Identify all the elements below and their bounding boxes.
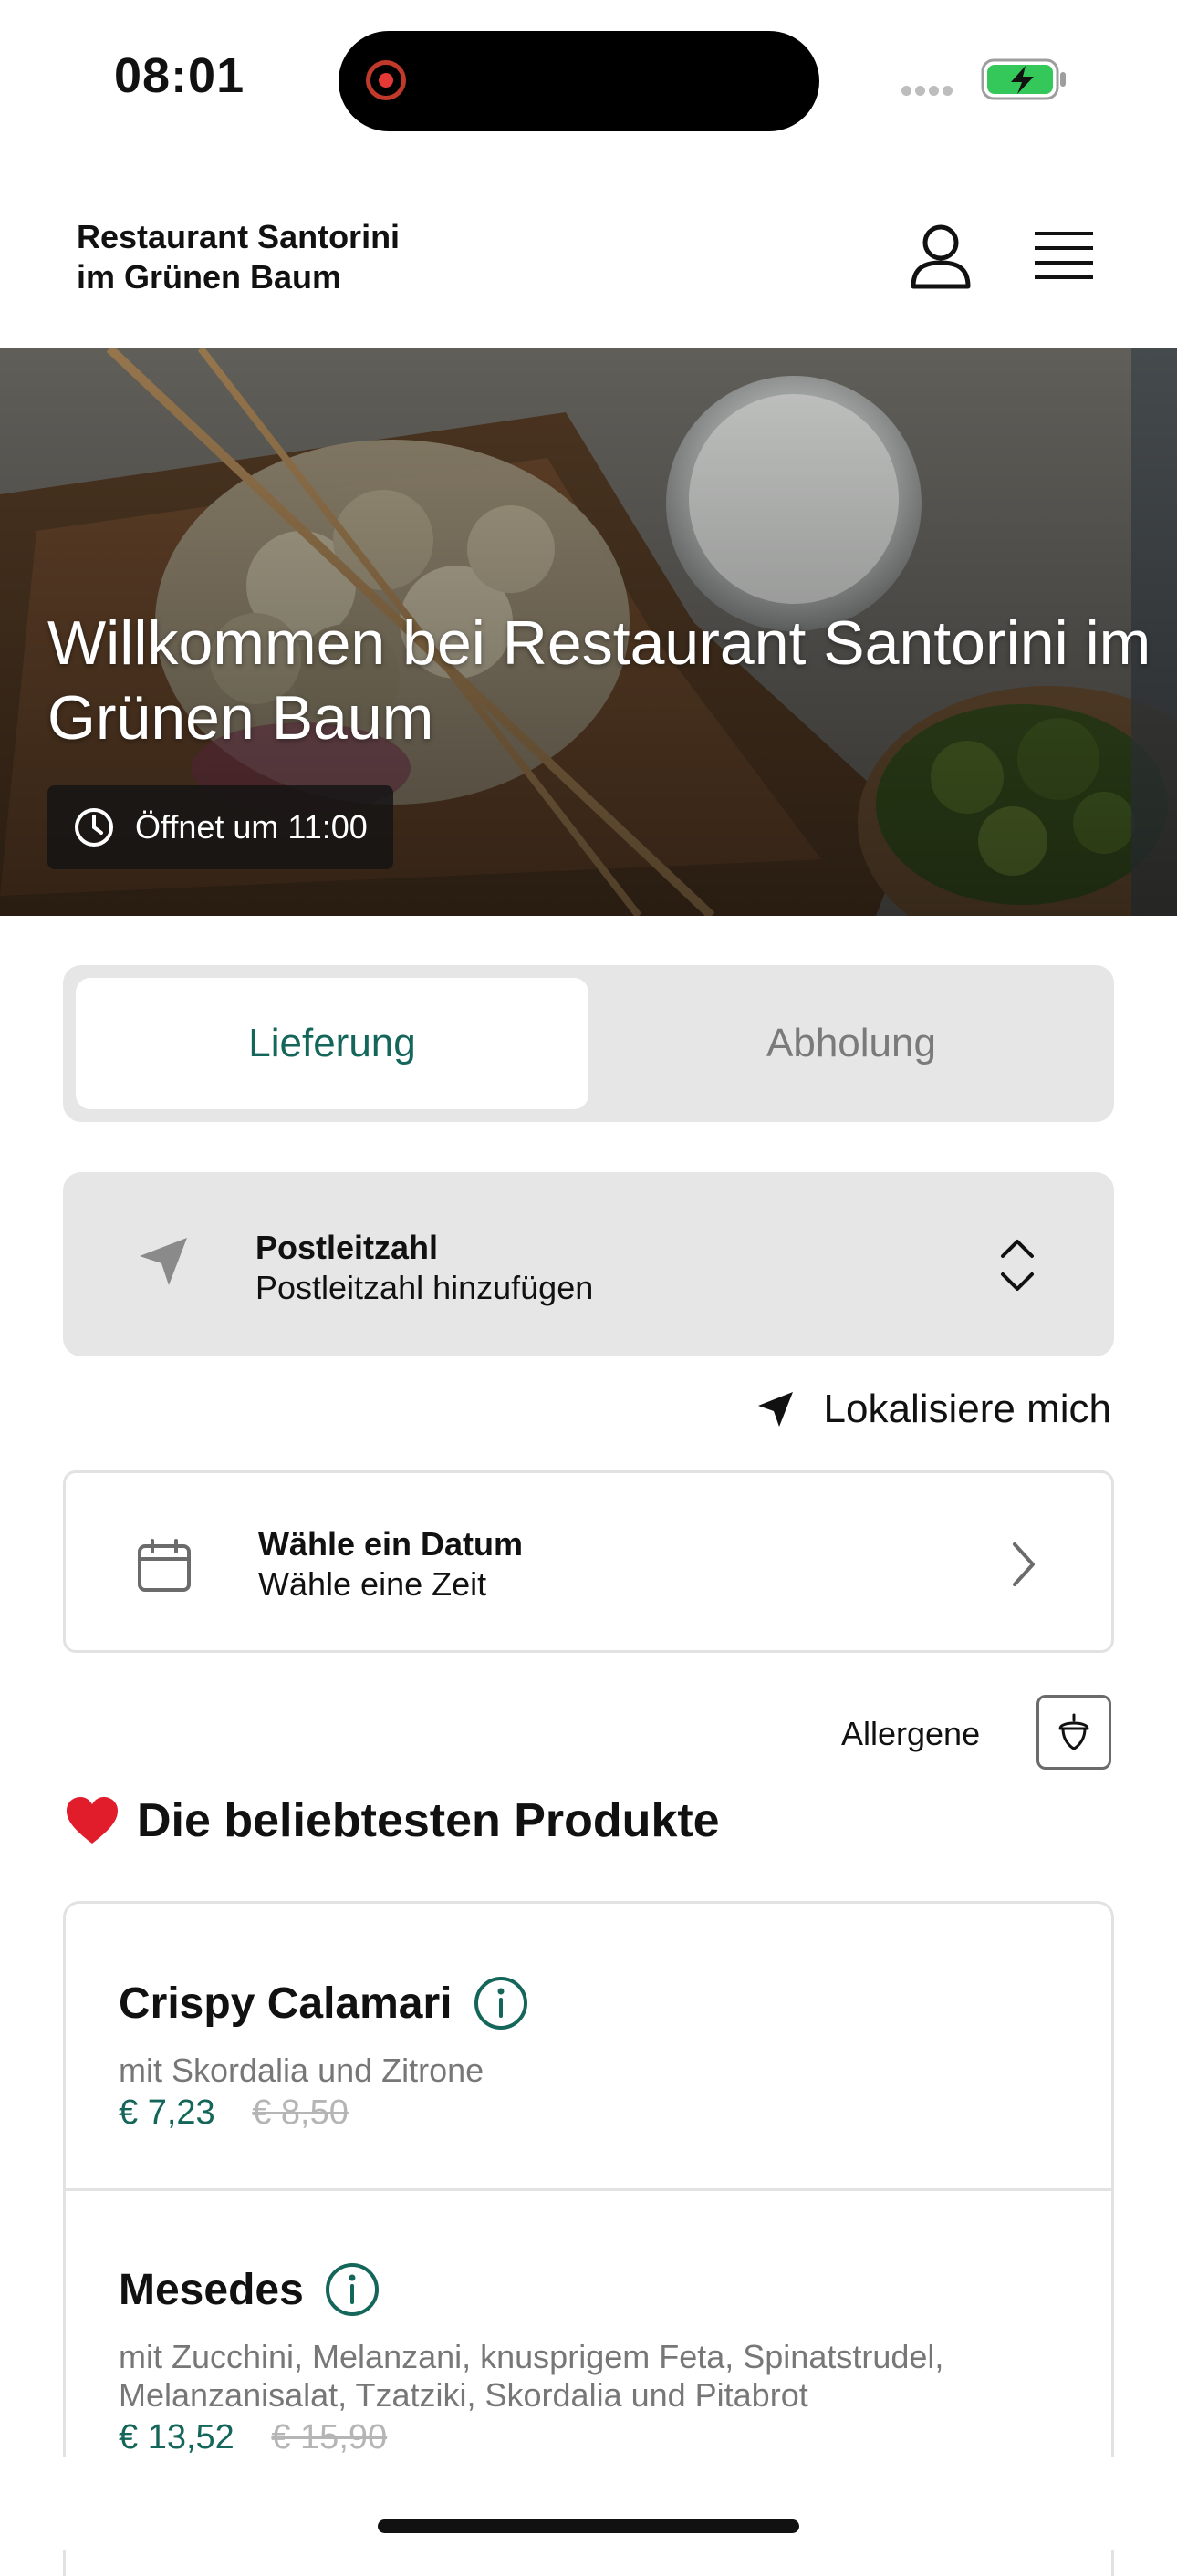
product-old-price: € 15,90 [271, 2418, 388, 2457]
order-mode-toggle: Lieferung Abholung [63, 965, 1114, 1122]
account-button[interactable] [909, 223, 973, 292]
battery-icon [981, 58, 1068, 105]
product-description: mit Zucchini, Melanzani, knusprigem Feta… [119, 2338, 944, 2414]
tab-pickup[interactable]: Abholung [601, 978, 1101, 1109]
user-icon [911, 224, 971, 289]
info-icon[interactable] [473, 1975, 529, 2031]
menu-button[interactable] [1033, 228, 1095, 283]
product-old-price: € 8,50 [252, 2093, 349, 2132]
hero-title: Willkommen bei Restaurant Santorini im G… [47, 608, 1151, 753]
allergens-button[interactable] [1036, 1695, 1111, 1770]
home-indicator[interactable] [378, 2519, 799, 2533]
info-icon[interactable] [324, 2261, 380, 2318]
tab-delivery[interactable]: Lieferung [76, 978, 588, 1109]
bottom-safe-area [0, 2457, 1177, 2550]
opening-hours-text: Öffnet um 11:00 [135, 808, 368, 846]
restaurant-name-line1: Restaurant Santorini [77, 218, 401, 255]
chevron-right-icon [1013, 1542, 1035, 1586]
product-card[interactable]: Crispy Calamari mit Skordalia und Zitron… [66, 1975, 1111, 2133]
dynamic-island [339, 31, 819, 131]
hamburger-menu-icon [1035, 232, 1093, 279]
divider [66, 2188, 1111, 2191]
postcode-label: Postleitzahl [255, 1229, 439, 1266]
product-name: Mesedes [119, 2265, 304, 2314]
date-label: Wähle ein Datum [258, 1525, 524, 1563]
product-name: Crispy Calamari [119, 1979, 453, 2028]
time-label: Wähle eine Zeit [258, 1565, 487, 1603]
restaurant-name-line2: im Grünen Baum [77, 258, 342, 296]
postcode-placeholder: Postleitzahl hinzufügen [255, 1269, 594, 1306]
restaurant-name[interactable]: Restaurant Santorini im Grünen Baum [77, 217, 400, 297]
recording-indicator-icon [366, 60, 406, 100]
product-price: € 13,52 [119, 2418, 234, 2457]
date-time-selector[interactable]: Wähle ein Datum Wähle eine Zeit [63, 1470, 1114, 1653]
allergens-label: Allergene [841, 1715, 981, 1752]
product-description: mit Skordalia und Zitrone [119, 2051, 484, 2089]
opening-hours-badge: Öffnet um 11:00 [47, 785, 393, 869]
status-time: 08:01 [114, 48, 245, 103]
chevron-up-down-icon [1001, 1240, 1034, 1291]
postcode-selector[interactable]: Postleitzahl Postleitzahl hinzufügen [63, 1172, 1114, 1356]
acorn-icon [1058, 1713, 1089, 1750]
navigation-arrow-icon [757, 1392, 793, 1427]
locate-me-button[interactable]: Lokalisiere mich [755, 1387, 1111, 1432]
locate-me-label: Lokalisiere mich [823, 1387, 1111, 1431]
product-card[interactable]: Mesedes mit Zucchini, Melanzani, knuspri… [66, 2261, 1111, 2457]
signal-icon [901, 84, 956, 100]
popular-products-heading: Die beliebtesten Produkte [64, 1793, 720, 1848]
popular-products-title: Die beliebtesten Produkte [137, 1794, 720, 1847]
hero-banner: Willkommen bei Restaurant Santorini im G… [0, 348, 1177, 916]
calendar-icon [138, 1539, 191, 1592]
clock-icon [75, 808, 113, 847]
heart-icon [67, 1797, 118, 1844]
navigation-arrow-icon [140, 1238, 187, 1285]
product-price: € 7,23 [119, 2093, 215, 2132]
